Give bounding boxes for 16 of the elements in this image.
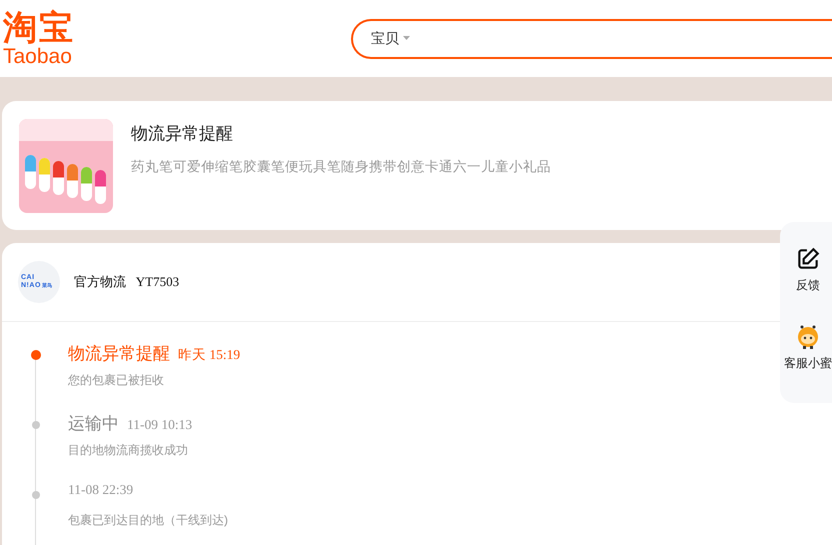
event-title: 物流异常提醒 [68,343,170,365]
caret-icon [403,36,410,41]
event-title: 运输中 [68,413,119,435]
carrier-info: 官方物流 YT7503 [74,273,180,291]
event-time: 昨天 15:19 [178,346,240,364]
mascot-icon [796,324,820,350]
event-description: 包裹已到达目的地（干线到达) [68,512,229,529]
event-description: 目的地物流商揽收成功 [68,442,189,459]
alert-title: 物流异常提醒 [131,123,234,145]
product-name: 药丸笔可爱伸缩笔胶囊笔便玩具笔随身携带创意卡通六一儿童小礼品 [131,158,551,176]
event-time: 11-08 22:39 [68,482,134,498]
side-label[interactable]: 反馈 [796,277,820,294]
event-time: 11-09 10:13 [127,417,192,433]
event-description: 您的包裹已被拒收 [68,372,165,389]
search-field[interactable]: 宝贝 [351,18,832,58]
side-label[interactable]: 客服小蜜 [784,355,832,372]
